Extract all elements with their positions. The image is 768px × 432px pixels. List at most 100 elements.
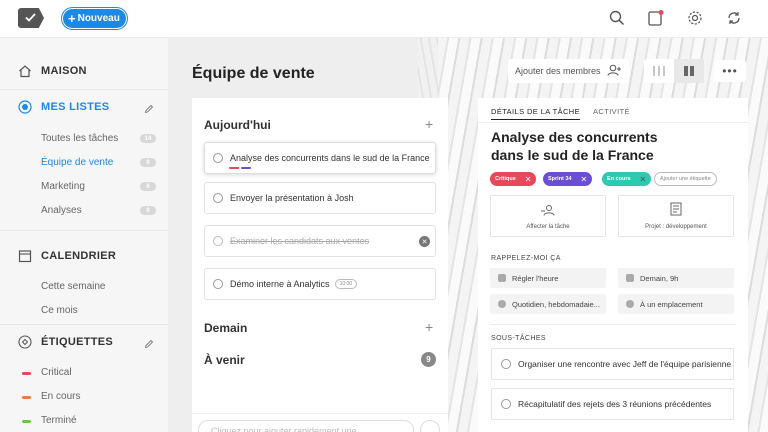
remind-header: RAPPELEZ-MOI ÇA — [491, 255, 561, 262]
task-item-completed[interactable]: Examiner les candidats aux ventes ✕ — [204, 225, 436, 257]
divider — [478, 122, 748, 123]
target-icon — [18, 100, 32, 114]
group-today[interactable]: Aujourd'hui — [204, 118, 271, 132]
task-label: Envoyer la présentation à Josh — [230, 193, 354, 203]
tab-activity[interactable]: ACTIVITÉ — [593, 107, 630, 116]
split-view-button[interactable] — [674, 59, 704, 83]
clock-icon — [498, 274, 506, 282]
more-options-button[interactable]: ••• — [714, 60, 746, 82]
edit-tags-icon[interactable] — [144, 336, 154, 354]
time-badge: 10:00 — [334, 279, 358, 289]
sidebar-item-all-tasks[interactable]: Toutes les tâches — [41, 133, 118, 144]
task-checkbox[interactable] — [213, 153, 223, 163]
task-item[interactable]: Analyse des concurrents dans le sud de l… — [204, 142, 436, 174]
chip-label: Sprint 34 — [548, 176, 572, 182]
edit-lists-icon[interactable] — [144, 101, 154, 119]
page-title: Équipe de vente — [192, 65, 315, 82]
gear-icon[interactable] — [685, 8, 705, 28]
count-badge: 6 — [140, 182, 156, 191]
chip-critical[interactable]: Critique ✕ — [490, 172, 537, 186]
search-icon[interactable] — [607, 8, 627, 28]
subtask-checkbox[interactable] — [501, 399, 511, 409]
divider — [0, 89, 168, 90]
add-tomorrow-task-icon[interactable]: + — [425, 319, 433, 335]
tag-color-done — [22, 420, 31, 423]
sidebar-my-lists[interactable]: MES LISTES — [18, 100, 109, 114]
new-button[interactable]: + Nouveau — [63, 9, 126, 28]
group-tomorrow[interactable]: Demain — [204, 321, 247, 335]
add-members-button[interactable]: Ajouter des membres — [508, 59, 629, 83]
chip-label: Critique — [495, 176, 516, 182]
sidebar-calendar[interactable]: CALENDRIER — [18, 249, 116, 263]
set-time-button[interactable]: Régler l'heure — [490, 268, 606, 288]
sidebar-tags-label: ÉTIQUETTES — [41, 336, 114, 348]
sidebar-item-this-month[interactable]: Ce mois — [41, 305, 78, 316]
tag-color-in-progress — [22, 396, 31, 399]
task-item[interactable]: Démo interne à Analytics 10:00 — [204, 268, 436, 300]
sidebar-tag-in-progress[interactable]: En cours — [41, 391, 80, 402]
project-label: Projet : développement — [645, 224, 707, 230]
tag-indicator-critical — [229, 167, 239, 169]
main-area: Équipe de vente Ajouter des membres ••• … — [168, 38, 768, 432]
divider — [0, 230, 168, 231]
chip-in-progress[interactable]: En cours ✕ — [602, 172, 652, 186]
task-label: Examiner les candidats aux ventes — [230, 236, 370, 246]
subtask-item[interactable]: Récapitulatif des rejets des 3 réunions … — [491, 388, 734, 420]
quick-add-input[interactable]: Cliquez pour ajouter rapidement une — [198, 420, 414, 432]
add-tag-button[interactable]: Ajouter une étiquette — [654, 172, 717, 186]
set-time-label: Régler l'heure — [512, 273, 559, 283]
sidebar-my-lists-label: MES LISTES — [41, 101, 110, 113]
divider — [490, 324, 736, 325]
task-checkbox[interactable] — [213, 193, 223, 203]
subtasks-header: SOUS-TÂCHES — [491, 335, 546, 342]
location-label: À un emplacement — [640, 299, 703, 309]
assign-task-label: Affecter la tâche — [526, 224, 570, 230]
sidebar-home-label: MAISON — [41, 65, 87, 77]
sidebar-home[interactable]: MAISON — [18, 64, 87, 78]
subtask-item[interactable]: Organiser une rencontre avec Jeff de l'é… — [491, 348, 734, 380]
assign-task-card[interactable]: Affecter la tâche — [490, 195, 606, 237]
sidebar-tag-done[interactable]: Terminé — [41, 415, 77, 426]
app-logo-icon[interactable] — [18, 8, 44, 28]
chip-sprint[interactable]: Sprint 34 ✕ — [543, 172, 593, 186]
repeat-icon — [498, 300, 506, 308]
sync-icon[interactable] — [724, 8, 744, 28]
group-upcoming[interactable]: À venir — [204, 353, 245, 367]
sidebar-item-this-week[interactable]: Cette semaine — [41, 281, 105, 292]
count-badge: 9 — [140, 158, 156, 167]
task-checkbox[interactable] — [213, 279, 223, 289]
add-user-icon — [607, 64, 621, 78]
clear-icon[interactable]: ✕ — [419, 236, 430, 247]
remove-chip-icon[interactable]: ✕ — [581, 175, 588, 184]
tag-color-critical — [22, 372, 31, 375]
upcoming-count-badge: 9 — [421, 352, 436, 367]
calendar-icon — [626, 274, 634, 282]
task-checkbox[interactable] — [213, 236, 223, 246]
sidebar-item-marketing[interactable]: Marketing — [41, 181, 85, 192]
notifications-icon[interactable] — [646, 8, 666, 28]
sidebar-item-sales-team[interactable]: Équipe de vente — [41, 157, 113, 168]
count-badge: 9 — [140, 206, 156, 215]
add-members-label: Ajouter des membres — [515, 66, 601, 76]
subtask-checkbox[interactable] — [501, 359, 511, 369]
tab-task-details[interactable]: DÉTAILS DE LA TÂCHE — [491, 107, 581, 120]
quick-add-button[interactable] — [420, 420, 440, 432]
task-item[interactable]: Envoyer la présentation à Josh — [204, 182, 436, 214]
assign-user-icon — [540, 204, 556, 218]
remove-chip-icon[interactable]: ✕ — [525, 175, 532, 184]
location-button[interactable]: À un emplacement — [618, 294, 734, 314]
project-card[interactable]: Projet : développement — [618, 195, 734, 237]
sidebar-tag-critical[interactable]: Critical — [41, 367, 72, 378]
location-pin-icon — [626, 300, 634, 308]
sidebar-calendar-label: CALENDRIER — [41, 250, 117, 262]
add-today-task-icon[interactable]: + — [425, 116, 433, 132]
sidebar-tags[interactable]: ÉTIQUETTES — [18, 335, 113, 349]
columns-view-button[interactable] — [644, 59, 674, 83]
remove-chip-icon[interactable]: ✕ — [640, 175, 647, 184]
recurrence-button[interactable]: Quotidien, hebdomadaie... — [490, 294, 606, 314]
sidebar-item-analyses[interactable]: Analyses — [41, 205, 82, 216]
task-detail-panel: DÉTAILS DE LA TÂCHE ACTIVITÉ Analyse des… — [478, 98, 748, 432]
subtask-label: Récapitulatif des rejets des 3 réunions … — [518, 399, 712, 409]
calendar-icon — [18, 249, 32, 263]
reminder-date-button[interactable]: Demain, 9h — [618, 268, 734, 288]
